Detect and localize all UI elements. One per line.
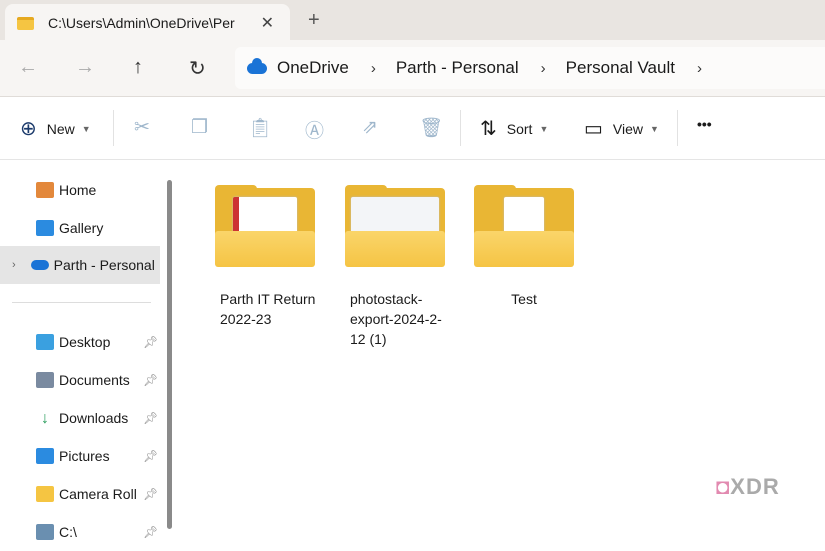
chevron-down-icon: ▼ xyxy=(81,123,91,134)
home-icon xyxy=(36,182,54,198)
tab-active[interactable]: C:\Users\Admin\OneDrive\Per ✕ xyxy=(5,4,290,42)
drive-icon xyxy=(36,524,54,540)
back-button[interactable]: ← xyxy=(18,56,38,79)
sidebar-item-home[interactable]: Home xyxy=(0,171,160,209)
pin-icon[interactable]: 📌︎ xyxy=(143,373,158,387)
pin-icon[interactable]: 📌︎ xyxy=(143,411,158,425)
navigation-pane: Home Gallery › Parth - Personal Desktop 📌︎… xyxy=(0,161,170,540)
folder-item[interactable]: Test xyxy=(469,185,579,309)
folder-icon xyxy=(36,486,54,502)
folder-icon xyxy=(345,185,445,269)
sidebar-item-label: Desktop xyxy=(59,334,111,350)
close-tab-button[interactable]: ✕ xyxy=(261,13,274,33)
onedrive-icon xyxy=(247,57,267,74)
new-label: New xyxy=(46,120,75,137)
sidebar-item-pictures[interactable]: Pictures 📌︎ xyxy=(0,437,160,475)
address-bar[interactable]: OneDrive › Parth - Personal › Personal V… xyxy=(235,47,825,89)
folder-icon xyxy=(215,185,315,269)
sidebar-item-label: Documents xyxy=(59,372,130,388)
chevron-right-icon[interactable]: › xyxy=(12,259,16,271)
gallery-icon xyxy=(36,220,54,236)
view-button[interactable]: ▭ View ▼ xyxy=(584,116,659,141)
chevron-right-icon[interactable]: › xyxy=(541,60,546,77)
sidebar-scrollbar[interactable] xyxy=(167,180,172,529)
view-label: View xyxy=(612,120,643,137)
pin-icon[interactable]: 📌︎ xyxy=(143,487,158,501)
pin-icon[interactable]: 📌︎ xyxy=(143,449,158,463)
documents-icon xyxy=(36,372,54,388)
sidebar-item-drive[interactable]: C:\ 📌︎ xyxy=(0,513,160,551)
navigation-bar: ← → ↑ ↻ OneDrive › Parth - Personal › Pe… xyxy=(0,40,825,97)
plus-circle-icon: ⊕ xyxy=(20,118,37,140)
pin-icon[interactable]: 📌︎ xyxy=(143,525,158,539)
chevron-right-icon[interactable]: › xyxy=(697,60,702,77)
forward-button[interactable]: → xyxy=(75,56,95,79)
refresh-button[interactable]: ↻ xyxy=(189,56,206,81)
breadcrumb-personal-vault[interactable]: Personal Vault xyxy=(566,58,675,78)
folder-item[interactable]: photostack-export-2024-2-12 (1) xyxy=(340,185,450,349)
sidebar-item-gallery[interactable]: Gallery xyxy=(0,209,160,247)
divider xyxy=(460,110,461,146)
sidebar-item-label: Gallery xyxy=(59,220,104,236)
desktop-icon xyxy=(36,334,54,350)
breadcrumb-onedrive[interactable]: OneDrive xyxy=(277,58,349,78)
divider xyxy=(12,302,151,303)
folder-icon xyxy=(474,185,574,269)
sort-icon: ⇅ xyxy=(480,118,497,140)
view-icon: ▭ xyxy=(584,118,603,140)
tab-title: C:\Users\Admin\OneDrive\Per xyxy=(48,15,235,31)
downloads-icon: ↓ xyxy=(41,410,49,427)
delete-icon[interactable]: 🗑︎ xyxy=(419,116,443,140)
share-icon[interactable]: ⇗ xyxy=(362,116,378,139)
up-button[interactable]: ↑ xyxy=(133,56,143,79)
onedrive-icon xyxy=(30,260,49,270)
cut-icon[interactable]: ✂ xyxy=(134,116,150,139)
sidebar-item-label: Camera Roll xyxy=(59,486,137,502)
pictures-icon xyxy=(36,448,54,464)
sort-button[interactable]: ⇅ Sort ▼ xyxy=(480,116,548,141)
more-options-button[interactable]: ••• xyxy=(697,116,712,132)
xdr-watermark-logo: ◘XDR xyxy=(716,474,780,499)
folder-name: Test xyxy=(511,291,537,307)
sidebar-item-label: Parth - Personal xyxy=(53,257,155,273)
folder-name: photostack-export-2024-2-12 (1) xyxy=(350,291,442,347)
command-bar: ⊕ New ▼ ✂ ❐ 📋︎ Ⓐ ⇗ 🗑︎ ⇅ Sort ▼ ▭ View ▼ … xyxy=(0,98,825,160)
sidebar-item-label: Pictures xyxy=(59,448,110,464)
sidebar-item-camera-roll[interactable]: Camera Roll 📌︎ xyxy=(0,475,160,513)
new-button[interactable]: ⊕ New ▼ xyxy=(20,116,91,141)
rename-icon[interactable]: Ⓐ xyxy=(305,116,324,143)
copy-icon[interactable]: ❐ xyxy=(191,116,208,139)
sort-label: Sort xyxy=(506,120,533,137)
sidebar-item-desktop[interactable]: Desktop 📌︎ xyxy=(0,323,160,361)
sidebar-item-label: Downloads xyxy=(59,410,129,426)
folder-item[interactable]: Parth IT Return 2022-23 xyxy=(210,185,320,329)
chevron-down-icon: ▼ xyxy=(650,123,659,134)
paste-icon[interactable]: 📋︎ xyxy=(248,116,272,140)
folder-name: Parth IT Return 2022-23 xyxy=(220,291,316,327)
sidebar-item-label: Home xyxy=(59,182,97,198)
sidebar-item-parth-personal[interactable]: › Parth - Personal xyxy=(0,246,160,284)
tab-bar: C:\Users\Admin\OneDrive\Per ✕ + xyxy=(0,0,825,42)
sidebar-item-documents[interactable]: Documents 📌︎ xyxy=(0,361,160,399)
folder-icon xyxy=(17,16,34,30)
breadcrumb-parth-personal[interactable]: Parth - Personal xyxy=(396,58,519,78)
sidebar-item-label: C:\ xyxy=(59,524,77,540)
new-tab-button[interactable]: + xyxy=(308,9,320,32)
pin-icon[interactable]: 📌︎ xyxy=(143,335,158,349)
sidebar-item-downloads[interactable]: ↓ Downloads 📌︎ xyxy=(0,399,160,437)
divider xyxy=(677,110,678,146)
divider xyxy=(113,110,114,146)
chevron-right-icon[interactable]: › xyxy=(371,60,376,77)
chevron-down-icon: ▼ xyxy=(539,123,549,134)
